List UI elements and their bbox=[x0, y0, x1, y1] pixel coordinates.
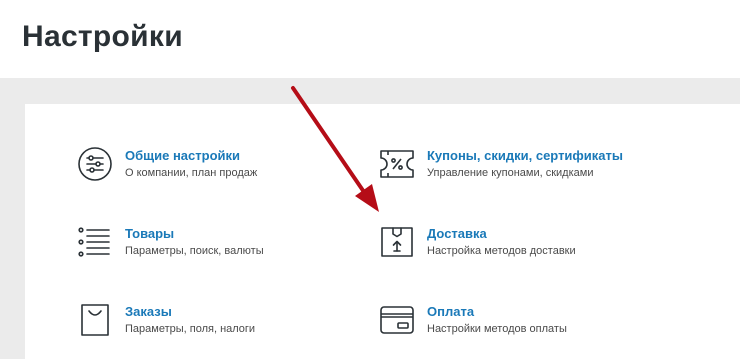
settings-item-desc: Настройки методов оплаты bbox=[427, 323, 567, 335]
page-title: Настройки bbox=[22, 20, 183, 53]
settings-item-products[interactable]: Товары Параметры, поиск, валюты bbox=[77, 222, 377, 266]
credit-card-icon bbox=[379, 302, 415, 338]
sliders-icon bbox=[77, 146, 113, 182]
settings-item-delivery[interactable]: Доставка Настройка методов доставки bbox=[379, 222, 679, 266]
settings-item-orders[interactable]: Заказы Параметры, поля, налоги bbox=[77, 300, 377, 344]
settings-item-coupons[interactable]: Купоны, скидки, сертификаты Управление к… bbox=[379, 144, 679, 188]
settings-item-desc: Управление купонами, скидками bbox=[427, 167, 594, 179]
coupon-icon bbox=[379, 146, 415, 182]
settings-item-title: Заказы bbox=[125, 304, 172, 319]
list-icon bbox=[77, 224, 113, 260]
settings-item-title: Товары bbox=[125, 226, 175, 241]
settings-item-payment[interactable]: Оплата Настройки методов оплаты bbox=[379, 300, 679, 344]
shopping-bag-icon bbox=[77, 302, 113, 338]
settings-item-title: Купоны, скидки, сертификаты bbox=[427, 148, 623, 163]
settings-card: Общие настройки О компании, план продаж … bbox=[25, 104, 740, 359]
settings-item-desc: Настройка методов доставки bbox=[427, 245, 576, 257]
settings-item-title: Доставка bbox=[427, 226, 487, 241]
settings-item-title: Общие настройки bbox=[125, 148, 240, 163]
settings-item-title: Оплата bbox=[427, 304, 475, 319]
settings-item-desc: О компании, план продаж bbox=[125, 167, 258, 179]
settings-item-desc: Параметры, поля, налоги bbox=[125, 323, 256, 335]
package-icon bbox=[379, 224, 415, 260]
settings-item-general[interactable]: Общие настройки О компании, план продаж bbox=[77, 144, 377, 188]
page-header: Настройки bbox=[0, 0, 740, 78]
settings-item-desc: Параметры, поиск, валюты bbox=[125, 245, 264, 257]
settings-page: Настройки Общие настройки О компании, пл… bbox=[0, 0, 740, 359]
